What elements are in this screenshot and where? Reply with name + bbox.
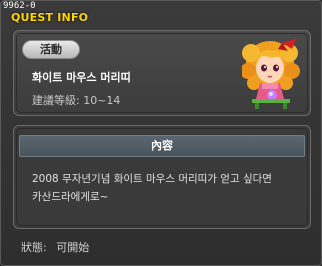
level-label: 建議等級: (32, 94, 80, 107)
content-section-title: 內容 (19, 135, 305, 157)
npc-portrait-icon (242, 39, 300, 109)
quest-header-panel: 活動 화이트 마우스 머리띠 建議等級: 10~14 (13, 30, 311, 116)
quest-name: 화이트 마우스 머리띠 (32, 71, 131, 84)
level-range: 10~14 (83, 94, 121, 107)
quest-info-window: 9962-0 QUEST INFO 活動 화이트 마우스 머리띠 建議等級: 1… (0, 0, 322, 266)
quest-id: 9962-0 (3, 1, 36, 11)
quest-status: 狀態: 可開始 (21, 239, 89, 255)
category-badge: 活動 (22, 40, 80, 59)
quest-description: 2008 무자년기념 화이트 마우스 머리띠가 얻고 싶다면 카산드라에게로~ (32, 173, 272, 203)
recommended-level: 建議等級: 10~14 (32, 92, 120, 108)
window-title: QUEST INFO (11, 11, 89, 24)
status-label: 狀態: (21, 241, 47, 254)
status-value: 可開始 (56, 241, 90, 254)
quest-content-panel: 內容 2008 무자년기념 화이트 마우스 머리띠가 얻고 싶다면 카산드라에게… (13, 125, 311, 229)
